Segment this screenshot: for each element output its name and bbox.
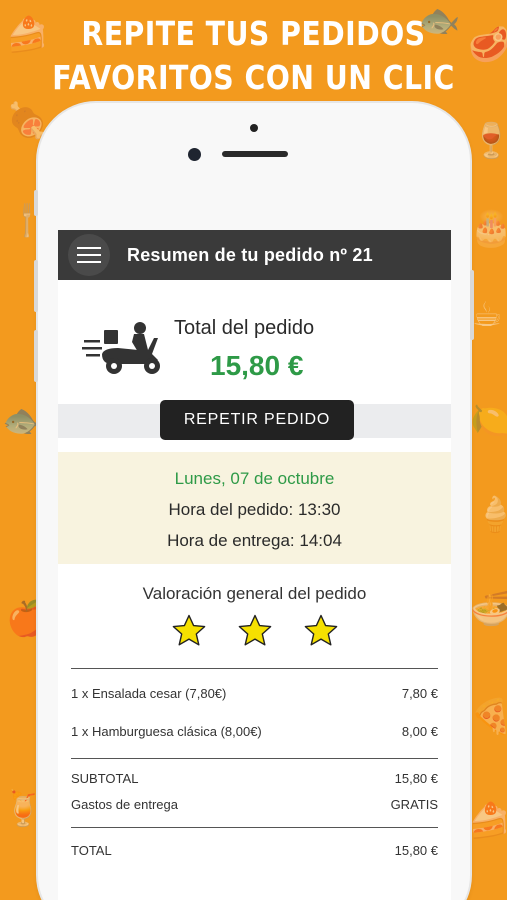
delivery-fee-row: Gastos de entrega GRATIS [71,791,438,817]
total-row: TOTAL 15,80 € [71,837,438,863]
delivery-scooter-icon [82,322,160,374]
wine-icon: 🍷 [470,121,507,161]
total-value: 15,80 € [394,842,438,858]
order-total-label: Total del pedido [174,317,315,339]
headline-line-2: FAVORITOS CON UN CLIC [52,58,455,97]
steak-icon: 🥩 [468,25,507,65]
item-price: 7,80 € [401,685,438,701]
subtotal-row: SUBTOTAL 15,80 € [71,765,438,791]
pizza-icon: 🍕 [470,697,507,737]
phone-speaker [222,151,288,157]
order-time: Hora del pedido: 13:30 [168,500,341,519]
divider [71,827,438,828]
rating-section: Valoración general del pedido [58,564,451,668]
star-icon[interactable] [172,614,206,646]
app-bar: Resumen de tu pedido nº 21 [58,230,451,280]
phone-sensor [250,124,258,132]
schedule-box: Lunes, 07 de octubre Hora del pedido: 13… [58,452,451,564]
meat-icon: 🍖 [6,101,49,141]
icecream-icon: 🍦 [474,495,507,535]
item-description: 1 x Hamburguesa clásica (8,00€) [71,723,262,739]
rating-stars [58,614,451,646]
subtotal-label: SUBTOTAL [71,770,139,786]
rating-title: Valoración general del pedido [142,584,367,603]
totals-block: SUBTOTAL 15,80 € Gastos de entrega GRATI… [71,759,438,827]
list-item: 1 x Ensalada cesar (7,80€) 7,80 € [71,674,438,712]
spacer [58,438,451,452]
item-price: 8,00 € [401,723,438,739]
item-list: 1 x Ensalada cesar (7,80€) 7,80 € 1 x Ha… [71,669,438,758]
phone-camera [188,148,201,161]
promo-headline: REPITE TUS PEDIDOS FAVORITOS CON UN CLIC [35,12,471,100]
app-screen: Resumen de tu pedido nº 21 Total del ped… [58,230,451,900]
menu-icon[interactable] [68,234,110,276]
order-items: 1 x Ensalada cesar (7,80€) 7,80 € 1 x Ha… [58,668,451,863]
delivery-time: Hora de entrega: 14:04 [167,531,342,550]
star-icon[interactable] [238,614,272,646]
lemon-icon: 🍋 [470,401,507,441]
order-total-value: 15,80 € [210,350,304,381]
appbar-title: Resumen de tu pedido nº 21 [127,244,373,265]
headline-line-1: REPITE TUS PEDIDOS [81,14,426,53]
phone-volume-up [34,260,38,312]
order-summary: Total del pedido 15,80 € [58,280,451,404]
action-band: REPETIR PEDIDO [58,400,451,440]
list-item: 1 x Hamburguesa clásica (8,00€) 8,00 € [71,712,438,750]
phone-side-button [34,190,38,216]
total-label: TOTAL [71,842,112,858]
order-date: Lunes, 07 de octubre [174,469,335,488]
delivery-fee-value: GRATIS [390,796,438,812]
subtotal-value: 15,80 € [394,770,438,786]
repeat-order-button[interactable]: REPETIR PEDIDO [160,400,354,440]
noodles-icon: 🍜 [470,589,507,629]
item-description: 1 x Ensalada cesar (7,80€) [71,685,227,701]
delivery-fee-label: Gastos de entrega [71,796,178,812]
star-icon[interactable] [304,614,338,646]
cake-icon: 🍰 [468,801,507,841]
phone-volume-down [34,330,38,382]
coffee-icon: ☕ [472,295,503,335]
birthday-cake-icon: 🎂 [470,209,507,249]
phone-power-button [470,270,474,340]
